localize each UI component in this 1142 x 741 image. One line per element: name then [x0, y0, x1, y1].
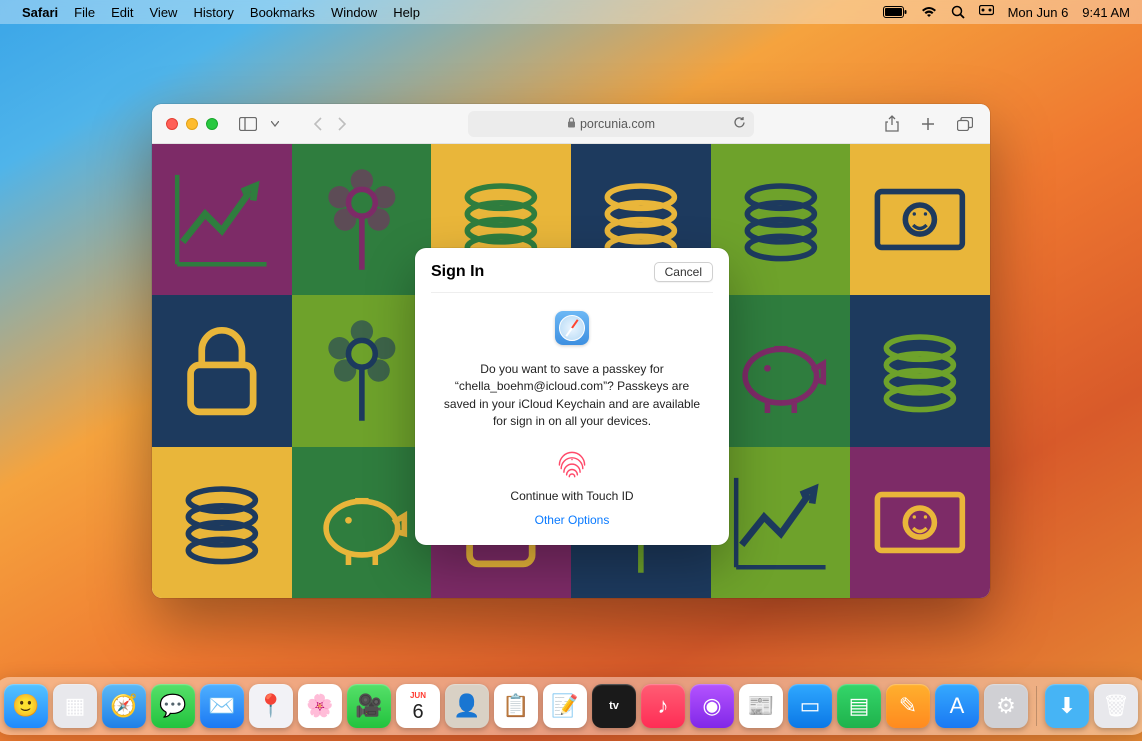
url-text: porcunia.com	[580, 117, 655, 131]
touchid-icon[interactable]	[554, 447, 590, 483]
forward-button[interactable]	[334, 114, 350, 134]
share-icon[interactable]	[882, 112, 902, 135]
dock-separator	[1036, 686, 1037, 726]
wifi-icon[interactable]	[921, 6, 937, 18]
menu-edit[interactable]: Edit	[111, 5, 133, 20]
menu-history[interactable]: History	[193, 5, 233, 20]
dock-facetime[interactable]: 🎥	[347, 684, 391, 728]
dock-trash[interactable]: 🗑	[1094, 684, 1138, 728]
cancel-button[interactable]: Cancel	[654, 262, 713, 282]
dock-contacts[interactable]: 👤	[445, 684, 489, 728]
menu-bookmarks[interactable]: Bookmarks	[250, 5, 315, 20]
menu-view[interactable]: View	[150, 5, 178, 20]
decorative-tile	[711, 295, 851, 446]
decorative-tile	[292, 295, 432, 446]
dock-settings[interactable]: ⚙	[984, 684, 1028, 728]
other-options-link[interactable]: Other Options	[535, 513, 610, 527]
reload-icon[interactable]	[733, 116, 746, 132]
minimize-window-button[interactable]	[186, 118, 198, 130]
menu-window[interactable]: Window	[331, 5, 377, 20]
decorative-tile	[850, 144, 990, 295]
decorative-tile	[152, 144, 292, 295]
decorative-tile	[152, 295, 292, 446]
lock-icon	[567, 117, 576, 131]
dock-notes[interactable]: 📝	[543, 684, 587, 728]
dock-photos[interactable]: 🌸	[298, 684, 342, 728]
dialog-message: Do you want to save a passkey for “chell…	[439, 361, 705, 431]
dock: 🙂▦🧭💬✉️📍🌸🎥JUN6👤📋📝tv♪◉📰▭▤✎A⚙ ⬇🗑	[0, 677, 1142, 735]
spotlight-icon[interactable]	[951, 5, 965, 19]
webpage-content: Sign In Cancel Do you want to save a pas…	[152, 144, 990, 598]
back-button[interactable]	[310, 114, 326, 134]
fullscreen-window-button[interactable]	[206, 118, 218, 130]
window-controls	[166, 118, 218, 130]
dock-mail[interactable]: ✉️	[200, 684, 244, 728]
app-name[interactable]: Safari	[22, 5, 58, 20]
dock-launchpad[interactable]: ▦	[53, 684, 97, 728]
dock-numbers[interactable]: ▤	[837, 684, 881, 728]
decorative-tile	[152, 447, 292, 598]
dock-finder[interactable]: 🙂	[4, 684, 48, 728]
dock-downloads[interactable]: ⬇	[1045, 684, 1089, 728]
dock-reminders[interactable]: 📋	[494, 684, 538, 728]
menubar: Safari File Edit View History Bookmarks …	[0, 0, 1142, 24]
dock-tv[interactable]: tv	[592, 684, 636, 728]
safari-window: porcunia.com Sign In Cancel	[152, 104, 990, 598]
decorative-tile	[292, 144, 432, 295]
decorative-tile	[850, 447, 990, 598]
dock-maps[interactable]: 📍	[249, 684, 293, 728]
touchid-label: Continue with Touch ID	[439, 489, 705, 503]
address-bar[interactable]: porcunia.com	[468, 111, 754, 137]
decorative-tile	[292, 447, 432, 598]
dialog-title: Sign In	[431, 263, 654, 281]
menu-help[interactable]: Help	[393, 5, 420, 20]
dock-pages[interactable]: ✎	[886, 684, 930, 728]
dock-safari[interactable]: 🧭	[102, 684, 146, 728]
dock-messages[interactable]: 💬	[151, 684, 195, 728]
decorative-tile	[711, 447, 851, 598]
dock-podcasts[interactable]: ◉	[690, 684, 734, 728]
dock-music[interactable]: ♪	[641, 684, 685, 728]
close-window-button[interactable]	[166, 118, 178, 130]
safari-app-icon	[555, 311, 589, 345]
dock-calendar[interactable]: JUN6	[396, 684, 440, 728]
passkey-dialog: Sign In Cancel Do you want to save a pas…	[415, 248, 729, 545]
dock-news[interactable]: 📰	[739, 684, 783, 728]
decorative-tile	[711, 144, 851, 295]
tab-group-chevron-icon[interactable]	[268, 118, 282, 130]
menu-file[interactable]: File	[74, 5, 95, 20]
control-center-icon[interactable]	[979, 5, 994, 19]
browser-toolbar: porcunia.com	[152, 104, 990, 144]
menubar-time[interactable]: 9:41 AM	[1082, 5, 1130, 20]
dock-keynote[interactable]: ▭	[788, 684, 832, 728]
decorative-tile	[850, 295, 990, 446]
sidebar-toggle-icon[interactable]	[236, 114, 260, 134]
dock-appstore[interactable]: A	[935, 684, 979, 728]
tab-overview-icon[interactable]	[954, 112, 976, 135]
menubar-date[interactable]: Mon Jun 6	[1008, 5, 1069, 20]
new-tab-icon[interactable]	[918, 112, 938, 135]
battery-icon[interactable]	[883, 6, 907, 18]
